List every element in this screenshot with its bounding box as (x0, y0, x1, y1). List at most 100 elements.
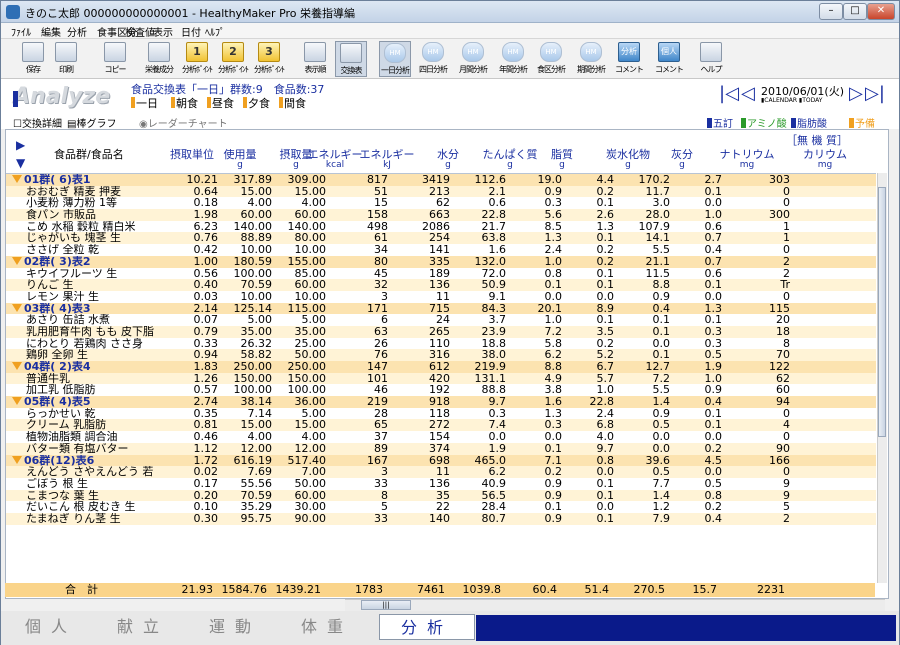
minimize-button[interactable]: – (819, 3, 843, 20)
cell: 7.7 (652, 476, 671, 490)
maximize-button[interactable]: □ (843, 3, 867, 20)
expand-arrow-icon[interactable] (12, 256, 22, 265)
group-row[interactable]: 02群( 3)表2 1.00 180.59 155.00 80 335 132.0 1.0 0.… (6, 256, 876, 268)
cell: 33 (374, 511, 388, 525)
menu-item[interactable]: 表示 (153, 24, 173, 39)
bottom-tab[interactable]: 献立 (97, 614, 189, 640)
food-name: 04群( 2)表4 (12, 361, 162, 373)
toolbar-button[interactable]: HM 四日分析 (417, 41, 449, 77)
legend-item[interactable]: アミノ酸 (741, 115, 787, 130)
cell: 0.1 (596, 476, 615, 490)
toolbar-label: 四日分析 (419, 65, 448, 74)
menu-item[interactable]: 日付 (181, 24, 201, 39)
cell: 60.00 (294, 208, 327, 222)
exchange-detail-checkbox[interactable]: ☐交換詳細 (13, 115, 62, 130)
close-button[interactable]: ✕ (867, 3, 895, 20)
toolbar-button[interactable]: HM 食区分析 (535, 41, 567, 77)
toolbar-button[interactable]: 3 分析ﾎﾟｲﾝﾄ (253, 41, 285, 77)
expand-arrow-icon[interactable] (12, 455, 22, 464)
food-name: 05群( 4)表5 (12, 396, 162, 408)
expand-arrow-icon[interactable]: ▶ (16, 138, 25, 152)
toolbar-button[interactable]: 交換表 (335, 41, 367, 77)
cell: 0.2 (596, 254, 615, 268)
menu-item[interactable]: 検査値 (125, 24, 155, 39)
food-name-text: だいこん 根 皮むき 生 (26, 501, 136, 513)
toolbar-button[interactable]: 個人 コメント (653, 41, 685, 77)
group-row[interactable]: 01群( 6)表1 10.21 317.89 309.00 817 3419 112.6 19… (6, 174, 876, 186)
bar-graph-checkbox[interactable]: ▤棒グラフ (67, 115, 116, 130)
table-row[interactable]: たまねぎ りん茎 生 0.30 95.75 90.00 33 140 80.7 0.9 0.1 7… (6, 513, 876, 525)
cell: 0.0 (544, 289, 563, 303)
expand-arrow-icon[interactable] (12, 303, 22, 312)
meal-tab[interactable]: 昼食 (207, 95, 234, 111)
toolbar-button[interactable]: 印刷 (50, 41, 82, 77)
horizontal-scroll-thumb[interactable]: ||| (361, 600, 411, 610)
cell: 6.7 (596, 360, 615, 373)
menu-item[interactable]: ﾌｧｲﾙ (11, 24, 31, 39)
cell: 4.4 (596, 173, 615, 186)
calendar-today-links[interactable]: ▮CALENDAR ▮TODAY (761, 97, 822, 104)
cell: 94 (776, 395, 790, 409)
group-row[interactable]: 05群( 4)表5 2.74 38.14 36.00 219 918 9.7 1.6 22.8 1… (6, 396, 876, 408)
table-row[interactable]: ごぼう 根 生 0.17 55.56 50.00 33 136 40.9 0.9 0.1 7.7 0… (6, 478, 876, 490)
legend-item[interactable]: 五訂 (707, 115, 733, 130)
total-cell: 1439.21 (275, 583, 322, 596)
cell: 18 (776, 324, 790, 338)
cell: 0.9 (652, 289, 671, 303)
menu-item[interactable]: 編集 (41, 24, 61, 39)
legend-item[interactable]: 予備 (849, 115, 875, 130)
meal-tab[interactable]: 一日 (131, 95, 158, 111)
food-name-text: にわとり 若鶏肉 ささ身 (26, 337, 143, 350)
bottom-tab[interactable]: 個人 (5, 614, 97, 640)
table-row[interactable]: 食パン 市販品 1.98 60.00 60.00 158 663 22.8 5.6 2.6 28.… (6, 209, 876, 221)
toolbar-button[interactable]: HM 年間分析 (497, 41, 529, 77)
table-row[interactable]: レモン 果汁 生 0.03 10.00 10.00 3 11 9.1 0.0 0.0 0.9 0.0… (6, 291, 876, 303)
menu-item[interactable]: 分析 (67, 24, 87, 39)
toolbar-button[interactable]: 保存 (17, 41, 49, 77)
table-body: 01群( 6)表1 10.21 317.89 309.00 817 3419 112.6 19… (6, 174, 876, 525)
total-cell: 2231 (757, 583, 785, 596)
first-day-button[interactable]: |◁ (719, 83, 739, 104)
table-row[interactable]: 乳用肥育牛肉 もも 皮下脂 0.79 35.00 35.00 63 265 23.9 7.2 3… (6, 326, 876, 338)
cell: 35.00 (240, 324, 273, 338)
app-window: きのこ太郎 000000000000001 - HealthyMaker Pro… (0, 0, 900, 645)
horizontal-scrollbar[interactable] (345, 599, 885, 611)
toolbar-button[interactable]: コピー (99, 41, 131, 77)
cell: 1.0 (704, 208, 723, 222)
bottom-tab[interactable]: 運動 (189, 614, 281, 640)
meal-tab[interactable]: 夕食 (243, 95, 270, 111)
toolbar-button[interactable]: 分析 コメント (613, 41, 645, 77)
toolbar-button[interactable]: 表示順 (299, 41, 331, 77)
radar-chart-radio[interactable]: ◉レーダーチャート (139, 115, 228, 130)
column-unit: g (237, 160, 243, 170)
expand-arrow-icon[interactable] (12, 175, 22, 183)
last-day-button[interactable]: ▷| (865, 83, 885, 104)
menu-item[interactable]: ﾍﾙﾌﾟ (205, 24, 225, 39)
toolbar-button[interactable]: HM 期間分析 (575, 41, 607, 77)
toolbar-button[interactable]: ヘルプ (695, 41, 727, 77)
window-title: きのこ太郎 000000000000001 - HealthyMaker Pro… (25, 7, 356, 20)
cell: 1.9 (488, 441, 507, 455)
toolbar-button[interactable]: 2 分析ﾎﾟｲﾝﾄ (217, 41, 249, 77)
vertical-scroll-thumb[interactable] (878, 187, 886, 437)
cell: 63 (374, 324, 388, 338)
bottom-tab[interactable]: 分析 (379, 614, 475, 640)
toolbar-button[interactable]: HM 一日分析 (379, 41, 411, 77)
toolbar-button[interactable]: 1 分析ﾎﾟｲﾝﾄ (181, 41, 213, 77)
toolbar-label: コメント (615, 65, 644, 74)
meal-tab[interactable]: 間食 (279, 95, 306, 111)
legend-item[interactable]: 脂肪酸 (791, 115, 827, 130)
prev-day-button[interactable]: ◁ (741, 83, 755, 104)
toolbar-button[interactable]: HM 月間分析 (457, 41, 489, 77)
toolbar-button[interactable]: 栄養成分 (143, 41, 175, 77)
expand-arrow-icon[interactable] (12, 397, 22, 406)
food-name: 06群(12)表6 (12, 455, 162, 467)
expand-arrow-icon[interactable] (12, 362, 22, 370)
table-row[interactable]: バター類 有塩バター 1.12 12.00 12.00 89 374 1.9 0.1 9.7 0.… (6, 443, 876, 455)
group-row[interactable]: 04群( 2)表4 1.83 250.00 250.00 147 612 219.9 8.8 6… (6, 361, 876, 373)
bottom-tab[interactable]: 体重 (281, 614, 373, 640)
meal-tab[interactable]: 朝食 (171, 95, 198, 111)
food-name-text: 普通牛乳 (26, 372, 70, 385)
collapse-arrow-icon[interactable]: ▼ (16, 156, 25, 170)
next-day-button[interactable]: ▷ (849, 83, 863, 104)
